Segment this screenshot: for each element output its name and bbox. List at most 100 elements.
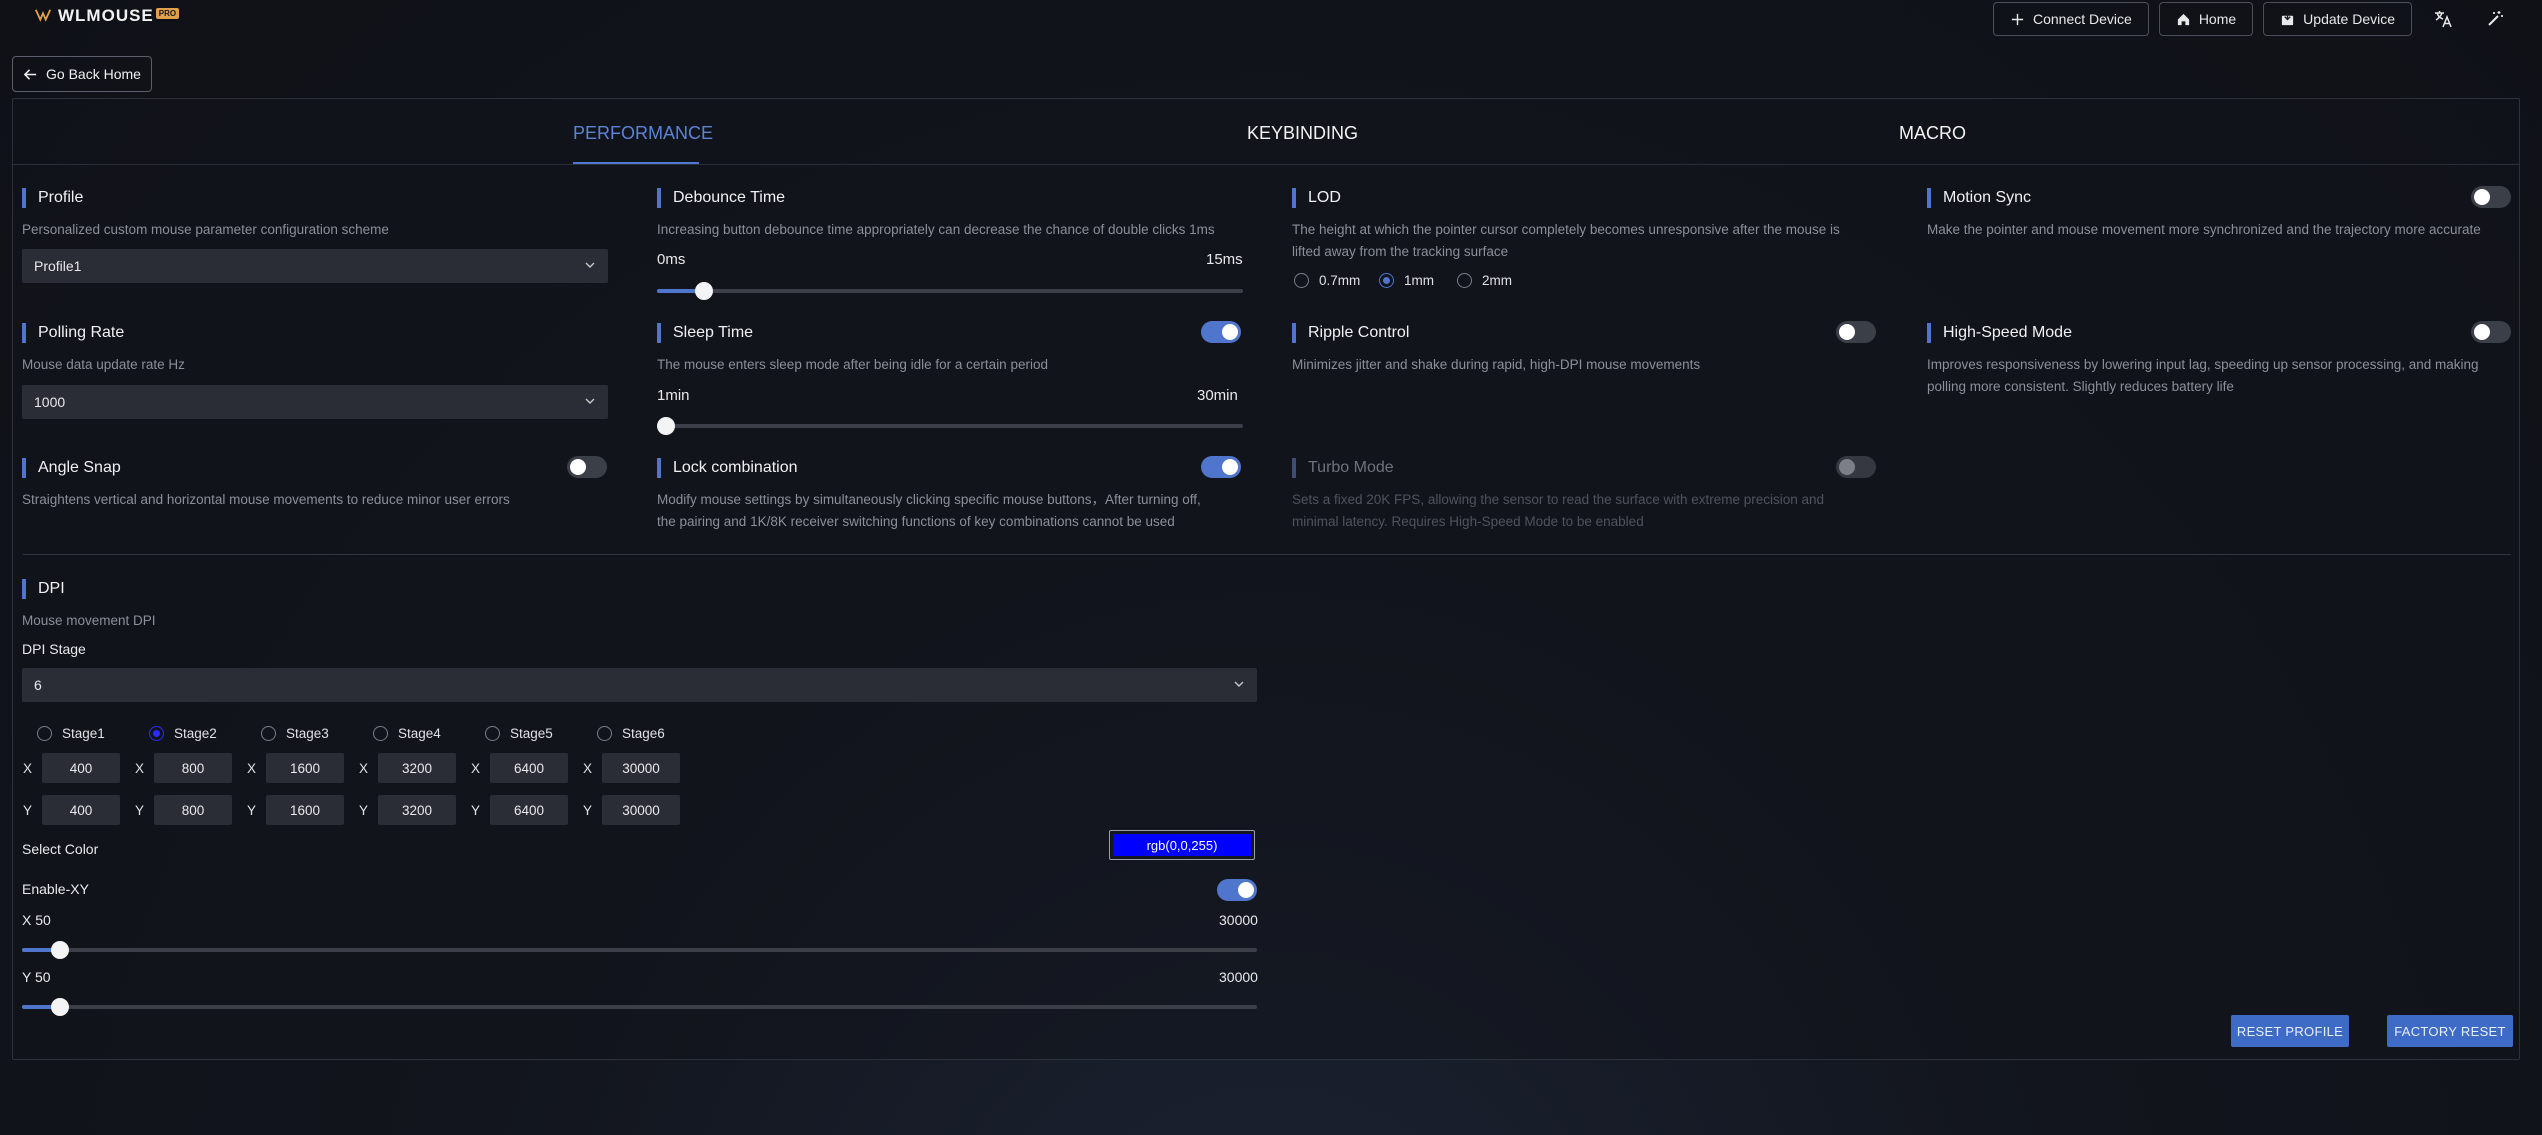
angle-snap-desc: Straightens vertical and horizontal mous… <box>22 492 510 507</box>
x-dpi-slider[interactable] <box>22 941 1257 959</box>
go-back-home-button[interactable]: Go Back Home <box>12 56 152 92</box>
stage1-option[interactable]: Stage1 <box>37 726 105 741</box>
stage5-option[interactable]: Stage5 <box>485 726 553 741</box>
reset-profile-button[interactable]: RESET PROFILE <box>2231 1015 2349 1047</box>
x-slider-thumb[interactable] <box>51 941 69 959</box>
lod-setting: LOD The height at which the pointer curs… <box>1292 188 1892 263</box>
update-icon <box>2282 12 2294 25</box>
stage3-x-input[interactable]: 1600 <box>266 753 344 783</box>
stage3-y-input[interactable]: 1600 <box>266 795 344 825</box>
stage-radio-selected[interactable] <box>149 726 164 741</box>
angle-snap-setting: Angle Snap Straightens vertical and hori… <box>22 458 622 511</box>
stage6-x-input[interactable]: 30000 <box>602 753 680 783</box>
stage6-option[interactable]: Stage6 <box>597 726 665 741</box>
high-speed-desc-line1: Improves responsiveness by lowering inpu… <box>1927 357 2479 372</box>
chevron-down-icon <box>585 398 595 404</box>
dpi-stage-select[interactable]: 6 <box>22 668 1257 702</box>
stage2-x-input[interactable]: 800 <box>154 753 232 783</box>
profile-title: Profile <box>22 188 622 208</box>
chevron-down-icon <box>585 262 595 268</box>
high-speed-desc: Improves responsiveness by lowering inpu… <box>1927 354 2527 398</box>
go-back-home-label: Go Back Home <box>46 66 141 82</box>
profile-select[interactable]: Profile1 <box>22 249 608 283</box>
stage5-x-input[interactable]: 6400 <box>490 753 568 783</box>
turbo-mode-desc: Sets a fixed 20K FPS, allowing the senso… <box>1292 489 1892 533</box>
debounce-slider[interactable] <box>657 282 1243 300</box>
lock-combination-toggle[interactable] <box>1201 456 1241 478</box>
logo-icon <box>34 9 52 22</box>
tab-performance[interactable]: PERFORMANCE <box>573 123 713 144</box>
y-label: Y <box>23 803 33 818</box>
toggle-knob <box>2474 189 2490 205</box>
ripple-control-setting: Ripple Control Minimizes jitter and shak… <box>1292 323 1892 376</box>
polling-rate-select[interactable]: 1000 <box>22 385 608 419</box>
enable-xy-toggle[interactable] <box>1217 879 1257 901</box>
connect-device-button[interactable]: Connect Device <box>1992 2 2149 36</box>
x-label: X <box>471 761 481 776</box>
motion-sync-toggle[interactable] <box>2471 186 2511 208</box>
angle-snap-toggle[interactable] <box>567 456 607 478</box>
tab-keybinding[interactable]: KEYBINDING <box>1247 123 1358 144</box>
stage-radio[interactable] <box>373 726 388 741</box>
turbo-mode-setting: Turbo Mode Sets a fixed 20K FPS, allowin… <box>1292 458 1892 533</box>
stage5-y-input[interactable]: 6400 <box>490 795 568 825</box>
stage-radio[interactable] <box>597 726 612 741</box>
translate-button[interactable] <box>2422 2 2464 36</box>
stage-radio[interactable] <box>37 726 52 741</box>
stage4-x-input[interactable]: 3200 <box>378 753 456 783</box>
stage2-y-input[interactable]: 800 <box>154 795 232 825</box>
high-speed-title: High-Speed Mode <box>1927 323 2527 343</box>
debounce-slider-thumb[interactable] <box>694 282 713 300</box>
high-speed-toggle[interactable] <box>2471 321 2511 343</box>
lod-radio[interactable] <box>1457 273 1472 288</box>
motion-sync-setting: Motion Sync Make the pointer and mouse m… <box>1927 188 2527 241</box>
home-button[interactable]: Home <box>2158 2 2254 36</box>
color-value: rgb(0,0,255) <box>1113 834 1251 856</box>
ripple-control-toggle[interactable] <box>1836 321 1876 343</box>
stage1-x-input[interactable]: 400 <box>42 753 120 783</box>
stage1-y-input[interactable]: 400 <box>42 795 120 825</box>
stage4-y-input[interactable]: 3200 <box>378 795 456 825</box>
update-device-button[interactable]: Update Device <box>2263 2 2412 36</box>
toggle-knob <box>1222 324 1238 340</box>
sleep-slider-thumb[interactable] <box>657 417 675 435</box>
x-label: X <box>135 761 145 776</box>
stage-radio[interactable] <box>261 726 276 741</box>
factory-reset-button[interactable]: FACTORY RESET <box>2387 1015 2513 1047</box>
y-slider-thumb[interactable] <box>51 998 69 1016</box>
y-label: Y <box>135 803 145 818</box>
stage3-option[interactable]: Stage3 <box>261 726 329 741</box>
stage-label: Stage4 <box>398 726 441 741</box>
stage6-y-input[interactable]: 30000 <box>602 795 680 825</box>
lod-option-0-7mm[interactable]: 0.7mm <box>1294 273 1360 288</box>
y-label: Y <box>471 803 481 818</box>
y-slider-label: Y 50 <box>22 969 51 985</box>
toggle-knob <box>1238 882 1254 898</box>
tab-bar: PERFORMANCE KEYBINDING MACRO <box>13 99 2519 165</box>
lod-option-label: 2mm <box>1482 273 1512 288</box>
y-slider-max: 30000 <box>1219 969 1258 985</box>
lod-option-1mm[interactable]: 1mm <box>1379 273 1434 288</box>
high-speed-desc-line2: polling more consistent. Slightly reduce… <box>1927 379 2234 394</box>
x-slider-label: X 50 <box>22 912 51 928</box>
sleep-time-toggle[interactable] <box>1201 321 1241 343</box>
lod-option-2mm[interactable]: 2mm <box>1457 273 1512 288</box>
tab-macro[interactable]: MACRO <box>1899 123 1966 144</box>
lod-title: LOD <box>1292 188 1892 208</box>
sleep-time-slider[interactable] <box>657 417 1243 435</box>
polling-rate-desc: Mouse data update rate Hz <box>22 357 185 372</box>
stage4-option[interactable]: Stage4 <box>373 726 441 741</box>
lod-radio-selected[interactable] <box>1379 273 1394 288</box>
lod-radio[interactable] <box>1294 273 1309 288</box>
color-picker[interactable]: rgb(0,0,255) <box>1109 830 1255 860</box>
stage2-option[interactable]: Stage2 <box>149 726 217 741</box>
section-divider <box>23 554 2511 555</box>
arrow-left-icon <box>23 68 37 80</box>
y-dpi-slider[interactable] <box>22 998 1257 1016</box>
lod-desc-line2: lifted away from the tracking surface <box>1292 244 1509 259</box>
theme-button[interactable] <box>2474 2 2516 36</box>
debounce-title: Debounce Time <box>657 188 1257 208</box>
polling-rate-value: 1000 <box>34 394 66 410</box>
toggle-knob <box>1222 459 1238 475</box>
stage-radio[interactable] <box>485 726 500 741</box>
